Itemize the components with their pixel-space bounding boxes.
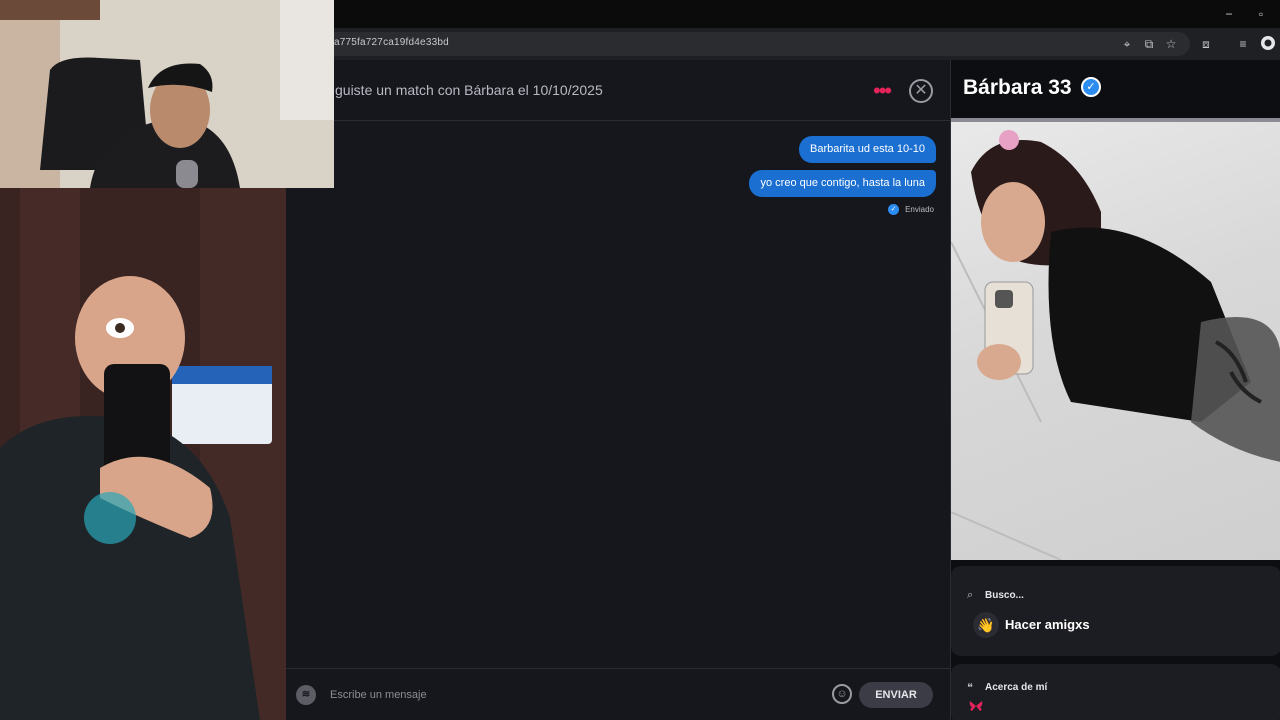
search-icon: ⌕ xyxy=(967,589,974,601)
emoji-icon[interactable]: ☺ xyxy=(832,684,852,704)
profile-panel: Bárbara 33 ✓ ⌕ Busco... 👋 Hacer amigxs ❝… xyxy=(950,60,1280,720)
looking-for-label: Busco... xyxy=(985,590,1024,601)
send-button[interactable]: ENVIAR xyxy=(859,682,933,708)
install-app-icon[interactable]: ⧉ xyxy=(1140,35,1158,53)
media-controls-icon[interactable]: ≡ xyxy=(1234,35,1252,53)
url-text[interactable]: a775fa727ca19fd4e33bd xyxy=(334,37,449,48)
spotify-icon[interactable]: ≋ xyxy=(296,685,316,705)
message-bubble: yo creo que contigo, hasta la luna xyxy=(749,170,936,197)
butterfly-icon xyxy=(969,701,983,711)
address-bar[interactable]: a775fa727ca19fd4e33bd xyxy=(300,32,1190,56)
close-chat-button[interactable]: ✕ xyxy=(909,79,933,103)
extensions-icon[interactable]: ⧈ xyxy=(1197,35,1215,53)
chat-panel: guiste un match con Bárbara el 10/10/202… xyxy=(285,60,950,720)
about-me-card: ❝ Acerca de mí xyxy=(951,664,1280,720)
webcam-overlay xyxy=(0,0,334,188)
screen: − ▫ a775fa727ca19fd4e33bd ⌖ ⧉ ☆ ⧈ ≡ guis… xyxy=(0,0,1280,720)
streamer-avatar-overlay xyxy=(0,188,286,720)
sent-check-icon: ✓ xyxy=(888,204,900,215)
waving-hand-icon: 👋 xyxy=(973,612,999,638)
verified-badge-icon: ✓ xyxy=(1081,77,1101,97)
looking-for-card: ⌕ Busco... 👋 Hacer amigxs xyxy=(951,566,1280,656)
message-bubble: Barbarita ud esta 10-10 xyxy=(799,136,936,163)
location-icon[interactable]: ⌖ xyxy=(1118,35,1136,53)
message-composer: ≋ ☺ ENVIAR xyxy=(285,668,950,720)
profile-icon[interactable] xyxy=(1259,35,1277,53)
quote-icon: ❝ xyxy=(967,682,973,694)
looking-for-value: Hacer amigxs xyxy=(1005,617,1090,632)
minimize-button[interactable]: − xyxy=(1216,4,1242,24)
about-me-label: Acerca de mí xyxy=(985,682,1048,693)
message-status: ✓ Enviado xyxy=(888,204,934,215)
sent-status-text: Enviado xyxy=(905,205,934,214)
more-options-icon[interactable]: ••• xyxy=(873,78,892,104)
chat-header: guiste un match con Bárbara el 10/10/202… xyxy=(285,60,950,121)
bookmark-star-icon[interactable]: ☆ xyxy=(1162,35,1180,53)
profile-name-age: Bárbara 33 xyxy=(963,76,1072,99)
message-input[interactable] xyxy=(330,681,810,709)
profile-photo[interactable] xyxy=(951,122,1280,560)
match-info-text: guiste un match con Bárbara el 10/10/202… xyxy=(335,82,603,98)
maximize-button[interactable]: ▫ xyxy=(1248,4,1274,24)
